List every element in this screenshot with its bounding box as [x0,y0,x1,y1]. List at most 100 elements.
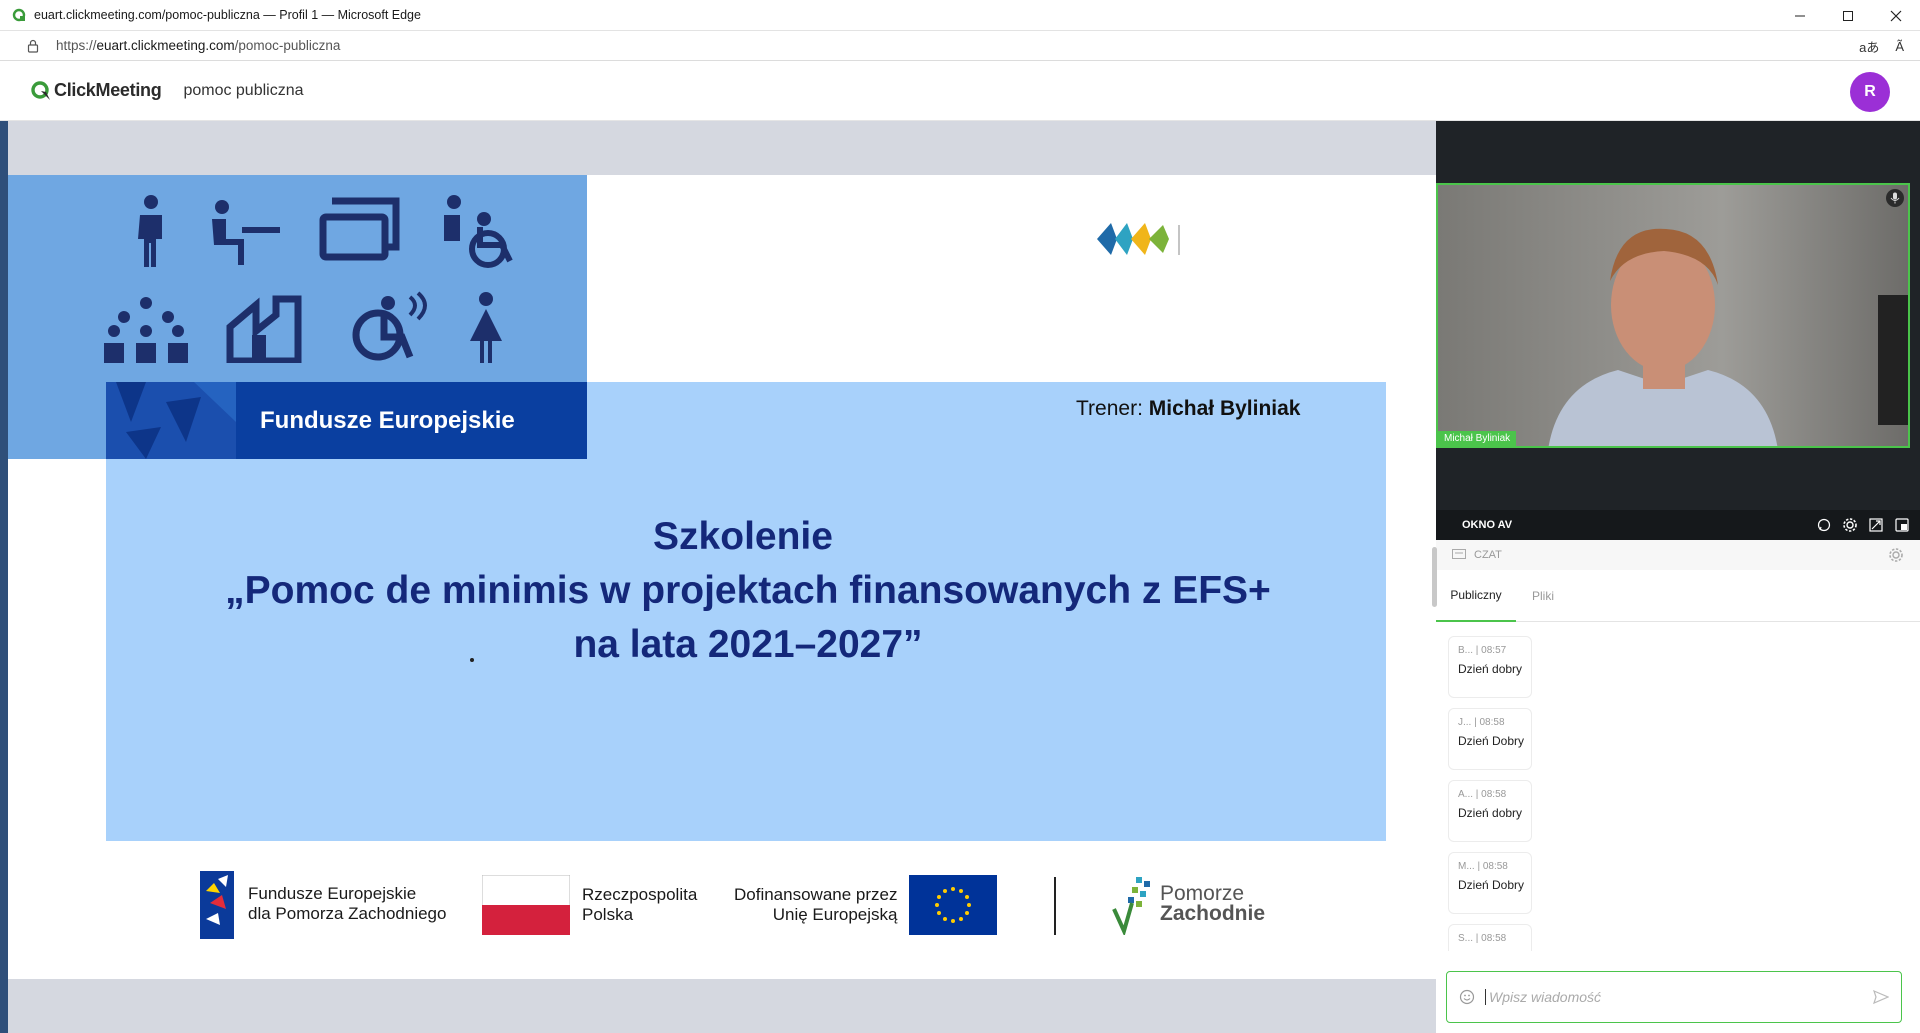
chat-message-input[interactable] [1485,989,1845,1005]
address-bar[interactable]: https://euart.clickmeeting.com/pomoc-pub… [0,31,1920,61]
emoji-icon[interactable] [1459,989,1475,1005]
fundusze-europejskie-label: Fundusze Europejskie [260,406,515,434]
message-meta: M... | 08:58 [1458,861,1508,872]
send-icon[interactable] [1873,989,1889,1005]
av-window: Michał Byliniak OKNO AV [1436,121,1920,540]
clickmeeting-logo[interactable]: ClickMeeting [30,80,162,102]
logo-pomorze-zachodnie: Pomorze Zachodnie [1112,873,1265,935]
close-button[interactable] [1872,0,1920,31]
stray-dot [470,658,474,662]
presenter-video[interactable]: Michał Byliniak [1436,183,1910,448]
message-author: S... [1458,933,1474,944]
logo-eu-text: Dofinansowane przez Unię Europejską [734,885,897,925]
user-avatar[interactable]: R [1850,72,1890,112]
maximize-icon [1843,10,1853,21]
desktop-edge [0,61,8,1033]
message-time: 08:58 [1481,933,1507,944]
trainer-line: Trener: Michał Byliniak [1076,397,1300,421]
heading-line-2: „Pomoc de minimis w projektach finansowa… [225,569,1271,612]
heading-line-3: na lata 2021–2027” [573,623,923,666]
chat-message: J... | 08:58 Dzień Dobry [1448,708,1532,770]
logo-pz-text: Pomorze Zachodnie [1160,882,1265,924]
presentation-slide: Fundusze Europejskie Trener: Michał Byli… [8,175,1436,979]
room-name: pomoc publiczna [183,81,304,99]
url-path: /pomoc-publiczna [234,38,341,53]
fe-emblem-icon [200,871,234,939]
tab-files[interactable]: Pliki [1532,570,1554,622]
desk-worker-icon [212,200,280,265]
logo2-line1: Rzeczpospolita [582,885,698,904]
chat-message: M... | 08:58 Dzień Dobry [1448,852,1532,914]
logo1-line1: Fundusze Europejskie [248,884,417,903]
chat-bubble-button[interactable] [1816,517,1832,533]
translate-icon[interactable]: aあ [1859,37,1879,56]
lock-icon[interactable] [26,39,40,53]
message-meta: S... | 08:58 [1458,933,1507,944]
wheelchair-person-icon [444,195,513,268]
message-text: Dzień dobry [1458,662,1523,676]
logo-fe-pomorze-text: Fundusze Europejskie dla Pomorza Zachodn… [248,884,446,924]
logo-rp: Rzeczpospolita Polska [482,875,697,935]
tab-public[interactable]: Publiczny [1436,570,1516,622]
eu-flag-icon [909,875,998,935]
chat-tabs: Publiczny Pliki [1436,570,1920,622]
chat-icon [1452,549,1466,559]
logo2-line2: Polska [582,905,634,924]
settings-button[interactable] [1842,517,1858,533]
read-aloud-icon[interactable]: Ã [1895,39,1904,54]
layout-button[interactable] [1868,517,1884,533]
logo3-line1: Dofinansowane przez [734,885,898,904]
message-meta: J... | 08:58 [1458,717,1505,728]
presenter-video-frame [1438,185,1908,446]
window-controls [1776,0,1920,31]
polish-flag-icon [482,875,570,935]
popout-button[interactable] [1894,517,1910,533]
clickmeeting-favicon-icon [12,8,26,22]
trainer-name: Michał Byliniak [1148,397,1301,420]
message-author: A... [1458,789,1474,800]
home-icon [226,295,302,363]
chat-header: CZAT [1436,540,1920,570]
laptop-icon [319,197,400,261]
close-icon [1890,10,1902,21]
message-time: 08:57 [1481,645,1507,656]
av-toolbar: OKNO AV [1436,510,1920,540]
wup-szczecin-logo [1097,223,1180,255]
message-time: 08:58 [1482,861,1508,872]
slide-logos-row: Fundusze Europejskie dla Pomorza Zachodn… [8,865,1436,965]
chat-message: S... | 08:58 [1448,924,1532,951]
panel-scrollbar[interactable] [1432,547,1437,607]
message-author: J... [1458,717,1472,728]
maximize-button[interactable] [1824,0,1872,31]
brand-name: ClickMeeting [54,80,162,100]
eu-stars-graphic-icon [106,382,236,459]
chat-settings-icon[interactable] [1888,547,1904,563]
message-text: Dzień Dobry [1458,878,1525,892]
minimize-icon [1795,15,1805,16]
window-titlebar: euart.clickmeeting.com/pomoc-publiczna —… [0,0,1920,31]
message-time: 08:58 [1479,717,1505,728]
message-author: B... [1458,645,1474,656]
minimize-button[interactable] [1776,0,1824,31]
slide-heading: Szkolenie „Pomoc de minimis w projektach… [118,510,1378,672]
message-author: M... [1458,861,1475,872]
chat-header-label: CZAT [1474,549,1502,561]
message-text: Dzień Dobry [1458,734,1525,748]
right-panel: Michał Byliniak OKNO AV CZAT Publiczny P… [1432,121,1920,1033]
trainer-prefix: Trener: [1076,397,1143,420]
logo4-line1: Pomorze [1160,882,1245,905]
presenter-name-tag: Michał Byliniak [1438,431,1517,446]
logo3-line2: Unię Europejską [772,905,898,924]
accessibility-icon [352,291,427,361]
logo1-line2: dla Pomorza Zachodniego [248,904,447,923]
microphone-icon[interactable] [1886,189,1904,207]
message-meta: B... | 08:57 [1458,645,1507,656]
url-text[interactable]: https://euart.clickmeeting.com/pomoc-pub… [56,38,340,53]
chat-input-box[interactable] [1446,971,1902,1023]
gear-icon [1843,518,1857,532]
presentation-stage: Fundusze Europejskie Trener: Michał Byli… [8,121,1436,1033]
group-of-people-icon [104,297,188,363]
logo-fe-pomorze: Fundusze Europejskie dla Pomorza Zachodn… [196,865,446,943]
url-scheme: https:// [56,38,97,53]
address-bar-actions: aあ Ã [1859,31,1904,61]
